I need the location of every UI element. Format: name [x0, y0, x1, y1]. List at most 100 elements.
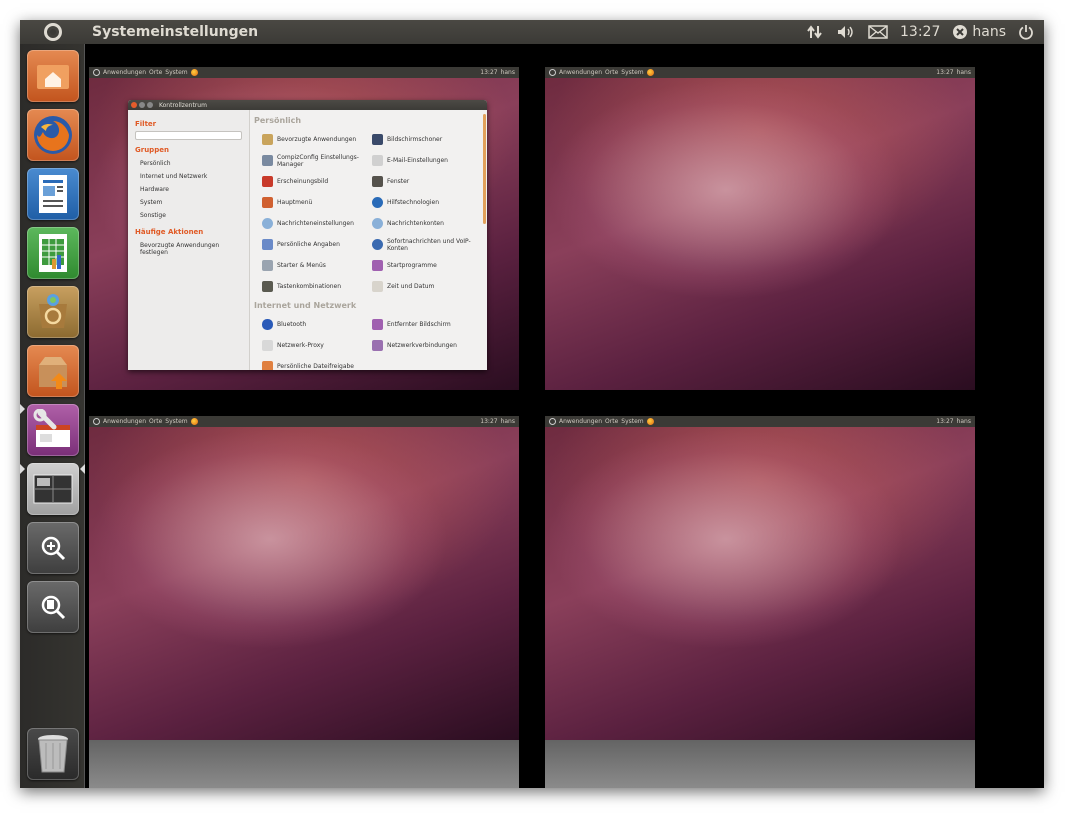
control-center-sidebar: Filter Gruppen Persönlich Internet und N…	[128, 110, 250, 370]
menu-places: Orte	[605, 69, 619, 76]
screensaver-icon	[372, 134, 383, 145]
im-voip-icon	[372, 239, 383, 250]
time-date-icon	[372, 281, 383, 292]
bluetooth-icon	[262, 319, 273, 330]
group-item[interactable]: Hardware	[135, 183, 242, 196]
settings-item[interactable]: Bevorzugte Anwendungen	[262, 129, 362, 150]
menu-system: System	[165, 418, 188, 425]
window-title: Systemeinstellungen	[92, 24, 259, 40]
settings-item[interactable]: Fenster	[372, 171, 472, 192]
writer-icon[interactable]	[27, 168, 79, 220]
mail-icon[interactable]	[868, 25, 888, 39]
apps-search-icon[interactable]	[27, 522, 79, 574]
action-item[interactable]: Bevorzugte Anwendungen festlegen	[135, 239, 242, 259]
filter-input[interactable]	[135, 131, 242, 140]
actions-heading: Häufige Aktionen	[135, 228, 204, 236]
group-item[interactable]: Sonstige	[135, 209, 242, 222]
mini-clock: 13:27	[936, 69, 954, 76]
workspace-reflection	[89, 740, 519, 788]
settings-item[interactable]: Bildschirmschoner	[372, 129, 472, 150]
maximize-button[interactable]	[147, 102, 153, 108]
power-icon[interactable]	[1018, 24, 1034, 40]
workspace-4[interactable]: Anwendungen Orte System 13:27 hans	[545, 416, 975, 740]
home-folder-icon[interactable]	[27, 50, 79, 102]
workspaces-icon[interactable]	[27, 463, 79, 515]
scrollbar[interactable]	[483, 114, 486, 224]
files-search-icon[interactable]	[27, 581, 79, 633]
settings-item[interactable]: Hauptmenü	[262, 192, 362, 213]
active-indicator	[80, 464, 85, 474]
workspace-panel: Anwendungen Orte System 13:27 hans	[89, 416, 519, 427]
ubuntu-logo-icon	[549, 69, 556, 76]
settings-item[interactable]: E-Mail-Einstellungen	[372, 150, 472, 171]
group-item[interactable]: System	[135, 196, 242, 209]
settings-item[interactable]: Erscheinungsbild	[262, 171, 362, 192]
minimize-button[interactable]	[139, 102, 145, 108]
software-center-icon[interactable]	[27, 286, 79, 338]
mini-user: hans	[500, 418, 515, 425]
mini-user: hans	[956, 418, 971, 425]
settings-item[interactable]: Persönliche Dateifreigabe	[262, 356, 362, 370]
update-icon[interactable]	[27, 345, 79, 397]
group-item[interactable]: Internet und Netzwerk	[135, 170, 242, 183]
close-button[interactable]	[131, 102, 137, 108]
workspace-2[interactable]: Anwendungen Orte System 13:27 hans	[545, 67, 975, 390]
session-icon	[953, 25, 968, 39]
settings-item[interactable]: Nachrichteneinstellungen	[262, 213, 362, 234]
settings-item[interactable]: Persönliche Angaben	[262, 234, 362, 255]
settings-item[interactable]: Bluetooth	[262, 314, 362, 335]
settings-item[interactable]: Netzwerk-Proxy	[262, 335, 362, 356]
trash-icon[interactable]	[27, 728, 79, 780]
appearance-icon	[262, 176, 273, 187]
menu-applications: Anwendungen	[103, 69, 147, 76]
menu-places: Orte	[149, 418, 163, 425]
menu-applications: Anwendungen	[559, 69, 603, 76]
settings-item[interactable]: Starter & Menüs	[262, 255, 362, 276]
file-sharing-icon	[262, 361, 273, 370]
workspace-1[interactable]: Anwendungen Orte System 13:27 hans Kontr…	[89, 67, 519, 390]
desktop-screen: Systemeinstellungen 13:27 hans Anwendung…	[20, 20, 1044, 788]
remote-desktop-icon	[372, 319, 383, 330]
menu-applications: Anwendungen	[103, 418, 147, 425]
firefox-icon	[190, 69, 198, 76]
ubuntu-logo-icon	[93, 418, 100, 425]
workspace-3[interactable]: Anwendungen Orte System 13:27 hans	[89, 416, 519, 740]
settings-item[interactable]: Hilfstechnologien	[372, 192, 472, 213]
menu-places: Orte	[149, 69, 163, 76]
section-heading: Persönlich	[254, 116, 302, 125]
settings-item[interactable]: Zeit und Datum	[372, 276, 472, 297]
personal-info-icon	[262, 239, 273, 250]
ubuntu-logo-icon	[43, 23, 62, 41]
firefox-icon[interactable]	[27, 109, 79, 161]
menu-places: Orte	[605, 418, 619, 425]
settings-item[interactable]: Startprogramme	[372, 255, 472, 276]
settings-icon[interactable]	[27, 404, 79, 456]
settings-item[interactable]: Sofortnachrichten und VoIP-Konten	[372, 234, 472, 255]
window-titlebar[interactable]: Kontrollzentrum	[128, 100, 487, 110]
menu-applications: Anwendungen	[559, 418, 603, 425]
volume-icon[interactable]	[836, 24, 856, 40]
network-icon[interactable]	[806, 24, 824, 40]
startup-icon	[372, 260, 383, 271]
settings-item[interactable]: Netzwerkverbindungen	[372, 335, 472, 356]
email-icon	[372, 155, 383, 166]
dash-button[interactable]	[20, 20, 85, 44]
clock-label[interactable]: 13:27	[900, 24, 940, 40]
user-menu[interactable]: hans	[952, 24, 1006, 40]
compiz-icon	[262, 155, 273, 166]
firefox-icon	[646, 69, 654, 76]
control-center-window[interactable]: Kontrollzentrum Filter Gruppen Persönlic…	[128, 100, 487, 370]
settings-item[interactable]: Entfernter Bildschirm	[372, 314, 472, 335]
settings-item[interactable]: Nachrichtenkonten	[372, 213, 472, 234]
calc-icon[interactable]	[27, 227, 79, 279]
workspace-panel: Anwendungen Orte System 13:27 hans	[89, 67, 519, 78]
top-panel: Systemeinstellungen 13:27 hans	[20, 20, 1044, 44]
settings-item[interactable]: CompizConfig Einstellungs-Manager	[262, 150, 362, 171]
window-title: Kontrollzentrum	[159, 101, 207, 109]
launchers-icon	[262, 260, 273, 271]
group-item[interactable]: Persönlich	[135, 157, 242, 170]
firefox-icon	[190, 418, 198, 425]
ubuntu-logo-icon	[549, 418, 556, 425]
settings-item[interactable]: Tastenkombinationen	[262, 276, 362, 297]
groups-heading: Gruppen	[135, 146, 169, 154]
